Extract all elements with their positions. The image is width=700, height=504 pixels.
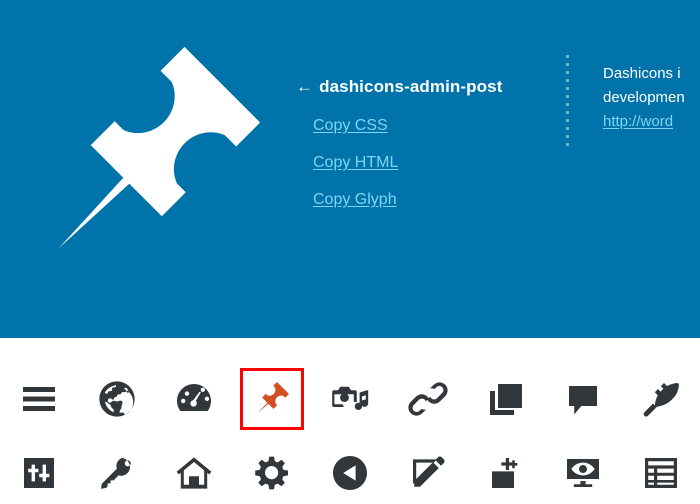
widgets-layout-icon bbox=[645, 458, 678, 488]
pushpin-icon bbox=[257, 382, 290, 414]
pushpin-icon-large bbox=[22, 28, 284, 280]
icon-grid bbox=[0, 338, 700, 500]
grid-item-admin-network[interactable] bbox=[85, 442, 149, 504]
add-page-icon bbox=[491, 458, 517, 488]
home-icon bbox=[177, 457, 212, 489]
view-site-eye-icon bbox=[567, 459, 600, 487]
gear-icon bbox=[255, 456, 289, 490]
back-circle-arrow-icon bbox=[332, 456, 367, 490]
dashicons-url-link[interactable]: http://word bbox=[603, 110, 700, 134]
grid-item-admin-collapse[interactable] bbox=[318, 442, 382, 504]
about-line-1: Dashicons i bbox=[603, 65, 681, 82]
link-chain-icon bbox=[408, 382, 448, 416]
key-icon bbox=[100, 457, 131, 489]
grid-item-admin-home[interactable] bbox=[162, 442, 226, 504]
icon-detail-column: ← dashicons-admin-post Copy CSS Copy HTML… bbox=[296, 76, 546, 209]
about-line-2: developmen bbox=[603, 89, 685, 106]
pages-stack-icon bbox=[489, 384, 522, 415]
about-column: Dashicons i developmen http://word bbox=[603, 62, 700, 134]
grid-item-admin-page[interactable] bbox=[474, 368, 538, 430]
copy-css-link[interactable]: Copy CSS bbox=[313, 117, 388, 135]
site-globe-icon bbox=[99, 381, 135, 417]
comment-bubble-icon bbox=[569, 386, 598, 415]
media-camera-icon bbox=[332, 386, 369, 410]
grid-item-admin-site[interactable] bbox=[85, 368, 149, 430]
grid-item-welcome-write-blog[interactable] bbox=[396, 442, 460, 504]
grid-item-admin-generic[interactable] bbox=[240, 442, 304, 504]
grid-item-admin-post-selected[interactable] bbox=[240, 368, 305, 430]
grid-item-dashboard[interactable] bbox=[162, 368, 226, 430]
grid-item-welcome-add-page[interactable] bbox=[474, 442, 538, 504]
icon-name-label: dashicons-admin-post bbox=[319, 77, 503, 96]
page-title: ← dashicons-admin-post bbox=[296, 76, 546, 98]
grid-item-admin-appearance[interactable] bbox=[629, 368, 693, 430]
dotted-divider bbox=[566, 55, 569, 148]
grid-item-welcome-widgets-menus[interactable] bbox=[629, 442, 693, 504]
grid-item-welcome-view-site[interactable] bbox=[551, 442, 615, 504]
menu-icon bbox=[22, 387, 55, 411]
sliders-icon bbox=[23, 458, 54, 488]
icon-preview-panel: ← dashicons-admin-post Copy CSS Copy HTML… bbox=[0, 0, 700, 338]
dashboard-gauge-icon bbox=[177, 384, 212, 411]
paintbrush-icon bbox=[643, 383, 680, 417]
grid-item-admin-comments[interactable] bbox=[551, 368, 615, 430]
back-arrow-glyph[interactable]: ← bbox=[296, 76, 313, 98]
copy-html-link[interactable]: Copy HTML bbox=[313, 154, 398, 172]
grid-item-admin-media[interactable] bbox=[318, 368, 382, 430]
grid-item-admin-settings[interactable] bbox=[7, 442, 71, 504]
edit-pencil-icon bbox=[412, 456, 445, 487]
grid-item-menu[interactable] bbox=[7, 368, 71, 430]
grid-item-admin-links[interactable] bbox=[396, 368, 460, 430]
copy-glyph-link[interactable]: Copy Glyph bbox=[313, 191, 397, 209]
